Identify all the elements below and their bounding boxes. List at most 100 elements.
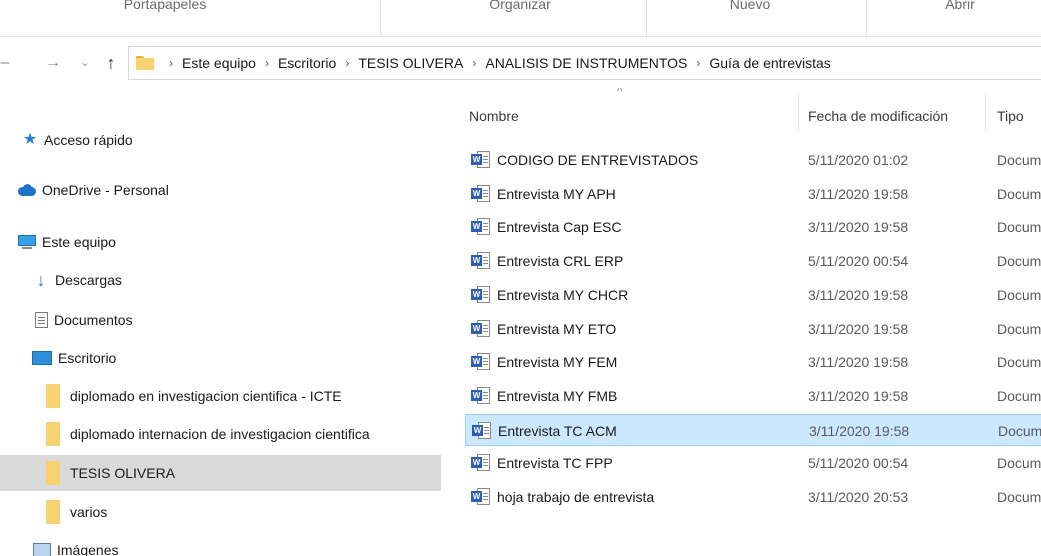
ribbon-group-label: Nuevo <box>729 0 771 12</box>
file-date: 3/11/2020 19:58 <box>809 422 910 439</box>
chevron-right-icon[interactable]: › <box>345 56 349 70</box>
column-divider[interactable] <box>798 94 799 132</box>
file-type: Docum <box>997 152 1041 168</box>
word-document-icon: W <box>471 488 491 506</box>
column-divider[interactable] <box>985 94 986 132</box>
sidebar-item-quick-access[interactable]: ★ Acceso rápido <box>0 122 441 158</box>
ribbon-group-new: Nuevo <box>690 0 810 34</box>
sidebar-item-onedrive[interactable]: OneDrive - Personal <box>0 172 441 208</box>
sidebar-item-varios[interactable]: varios <box>0 494 441 530</box>
chevron-right-icon: › <box>169 56 173 70</box>
chevron-right-icon[interactable]: › <box>265 56 269 70</box>
file-type: Docum <box>997 489 1041 505</box>
word-badge: W <box>472 424 483 436</box>
file-type: Docum <box>997 185 1041 202</box>
file-row[interactable]: W Entrevista MY ETO 3/11/2020 19:58 Docum <box>465 313 1041 345</box>
word-badge: W <box>471 356 482 368</box>
folder-icon <box>136 56 154 70</box>
file-row[interactable]: W Entrevista CRL ERP 5/11/2020 00:54 Docum <box>465 245 1041 277</box>
cloud-icon <box>16 184 36 196</box>
file-date: 5/11/2020 01:02 <box>808 152 909 168</box>
file-row[interactable]: W Entrevista TC FPP 5/11/2020 00:54 Docum <box>465 447 1041 479</box>
sidebar-item-tesis-olivera[interactable]: TESIS OLIVERA <box>0 455 441 491</box>
sidebar-item-folder[interactable]: diplomado internacion de investigacion c… <box>0 416 441 452</box>
word-document-icon: W <box>471 353 491 371</box>
ribbon-group-organize: Organizar <box>420 0 620 34</box>
file-type: Docum <box>997 354 1041 371</box>
sidebar-item-desktop[interactable]: Escritorio <box>0 340 441 376</box>
column-header-name[interactable]: Nombre <box>469 104 519 128</box>
chevron-right-icon[interactable]: › <box>696 56 700 70</box>
word-document-icon: W <box>471 319 491 338</box>
file-row[interactable]: W CODIGO DE ENTREVISTADOS 5/11/2020 01:02 D… <box>465 144 1041 176</box>
chevron-right-icon[interactable]: › <box>472 56 476 70</box>
word-badge: W <box>471 457 482 469</box>
sidebar-item-label: Este equipo <box>42 234 116 250</box>
breadcrumb-item[interactable]: Escritorio <box>278 55 336 71</box>
file-date: 3/11/2020 19:58 <box>808 320 909 337</box>
ribbon-divider <box>866 0 867 36</box>
desktop-icon <box>32 351 52 365</box>
breadcrumb-item[interactable]: Guía de entrevistas <box>709 55 830 71</box>
sidebar-item-downloads[interactable]: ↓ Descargas <box>0 262 441 298</box>
ribbon: Portapapeles Organizar Nuevo Abrir <box>0 0 1041 37</box>
folder-icon <box>46 422 60 446</box>
sidebar-item-label: Descargas <box>55 272 122 288</box>
folder-icon <box>46 384 60 408</box>
file-type: Docum <box>997 286 1041 303</box>
sidebar-item-label: diplomado internacion de investigacion c… <box>70 426 370 442</box>
column-header-date[interactable]: Fecha de modificación <box>808 104 948 128</box>
file-row[interactable]: Whoja trabajo de entrevista 3/11/2020 20:… <box>465 481 1041 513</box>
ribbon-group-label: Abrir <box>945 0 975 12</box>
word-document-icon: W <box>471 218 491 236</box>
file-row[interactable]: W Entrevista MY FMB 3/11/2020 19:58 Docum <box>465 380 1041 412</box>
sidebar-item-documents[interactable]: Documentos <box>0 302 441 338</box>
file-type: Docum <box>998 422 1041 439</box>
file-row[interactable]: W Entrevista MY FEM 3/11/2020 19:58 Docum <box>465 346 1041 378</box>
sidebar-item-folder[interactable]: diplomado en investigacion cientifica - … <box>0 378 441 414</box>
sidebar-item-pictures[interactable]: Imágenes <box>0 532 441 556</box>
ribbon-group-label: Portapapeles <box>123 0 207 12</box>
file-name: Entrevista CRL ERP <box>497 253 624 270</box>
folder-icon <box>46 461 60 485</box>
download-icon: ↓ <box>36 270 46 290</box>
computer-icon <box>18 235 36 249</box>
file-type: Docum <box>997 219 1041 236</box>
file-date: 3/11/2020 19:58 <box>808 387 909 404</box>
ribbon-group-label: Organizar <box>489 0 551 12</box>
word-badge: W <box>471 154 482 165</box>
sidebar-item-label: OneDrive - Personal <box>42 182 169 198</box>
file-name: hoja trabajo de entrevista <box>497 489 655 505</box>
file-date: 3/11/2020 19:58 <box>808 354 909 371</box>
word-document-icon: W <box>471 151 491 169</box>
ribbon-divider <box>646 0 647 36</box>
file-name: CODIGO DE ENTREVISTADOS <box>497 152 699 168</box>
sidebar-item-this-pc[interactable]: Este equipo <box>0 224 441 260</box>
breadcrumb-item[interactable]: Este equipo <box>182 55 256 71</box>
file-row[interactable]: W Entrevista MY CHCR 3/11/2020 19:58 Docum <box>465 279 1041 311</box>
file-date: 3/11/2020 19:58 <box>808 286 909 303</box>
word-document-icon: W <box>471 184 491 203</box>
word-document-icon: W <box>471 252 491 270</box>
forward-arrow-icon[interactable]: → <box>42 51 64 75</box>
back-arrow-icon[interactable]: – <box>0 51 10 75</box>
file-row[interactable]: W Entrevista TC ACM 3/11/2020 19:58 Docum <box>465 413 1041 446</box>
file-row[interactable]: W Entrevista Cap ESC 3/11/2020 19:58 Docum <box>465 211 1041 243</box>
ribbon-group-clipboard: Portapapeles <box>60 0 270 34</box>
file-name: Entrevista MY ETO <box>497 320 617 337</box>
chevron-down-icon[interactable]: ⌄ <box>74 51 96 75</box>
address-bar[interactable]: › Este equipo › Escritorio › TESIS OLIVE… <box>128 46 1041 80</box>
word-document-icon: W <box>471 386 491 405</box>
file-row[interactable]: W Entrevista MY APH 3/11/2020 19:58 Docum <box>465 178 1041 210</box>
file-type: Docum <box>997 320 1041 337</box>
breadcrumb-item[interactable]: TESIS OLIVERA <box>358 55 463 71</box>
file-date: 3/11/2020 20:53 <box>808 489 909 505</box>
ribbon-group-open: Abrir <box>900 0 1020 34</box>
up-arrow-icon[interactable]: ↑ <box>100 51 122 75</box>
star-icon: ★ <box>22 131 38 148</box>
breadcrumb-item[interactable]: ANALISIS DE INSTRUMENTOS <box>485 55 687 71</box>
column-header-type[interactable]: Tipo <box>997 104 1024 128</box>
sidebar-item-label: diplomado en investigacion cientifica - … <box>70 388 342 404</box>
file-type: Docum <box>997 253 1041 270</box>
word-document-icon: W <box>472 421 492 440</box>
